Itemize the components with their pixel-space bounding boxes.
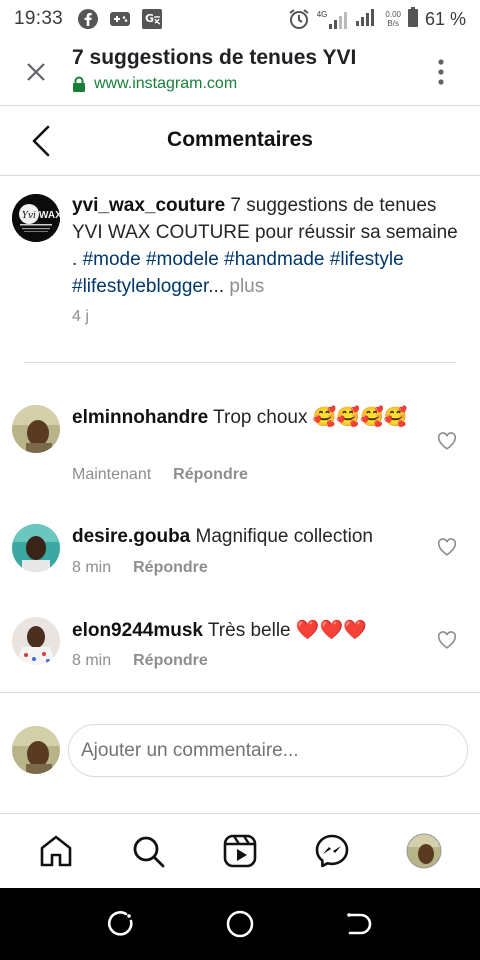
browser-toolbar: 7 suggestions de tenues YVI www.instagra…	[0, 38, 480, 106]
browser-url[interactable]: www.instagram.com	[72, 75, 237, 93]
add-comment-input[interactable]	[68, 724, 468, 777]
tab-messenger[interactable]	[313, 832, 351, 870]
heart-outline-icon	[437, 538, 457, 556]
comment-username[interactable]: elminnohandre	[72, 407, 208, 428]
url-text: www.instagram.com	[94, 75, 238, 92]
battery-icon	[407, 6, 418, 32]
hashtag-link[interactable]: #lifestyleblogger	[72, 276, 208, 297]
user-photo-avatar	[12, 524, 60, 572]
notification-icons: G	[77, 8, 163, 30]
page-title: Commentaires	[167, 128, 313, 151]
hashtag-link[interactable]: #handmade	[224, 249, 324, 270]
game-controller-icon	[109, 8, 131, 30]
reply-button[interactable]: Répondre	[133, 559, 208, 577]
search-icon	[133, 836, 165, 868]
comments-divider	[0, 692, 480, 693]
hashtag-link[interactable]: #modele	[146, 249, 219, 270]
more-link[interactable]: plus	[224, 276, 264, 297]
more-vertical-icon	[438, 59, 444, 85]
svg-text:WAX: WAX	[39, 210, 60, 221]
svg-text:Yvi: Yvi	[22, 211, 36, 221]
close-tab-button[interactable]	[24, 60, 48, 84]
avatar[interactable]	[12, 726, 60, 774]
close-icon	[27, 63, 45, 81]
post-caption: Yvi WAX yvi_wax_couture 7 suggestions de…	[0, 176, 480, 363]
svg-text:G: G	[145, 12, 154, 25]
comment-timestamp: Maintenant	[72, 466, 152, 483]
messenger-icon	[315, 834, 349, 868]
like-button[interactable]	[437, 432, 459, 452]
back-nav-button[interactable]	[344, 908, 376, 940]
like-button[interactable]	[437, 538, 459, 558]
translate-icon: G	[141, 8, 163, 30]
tab-search[interactable]	[129, 832, 167, 870]
caption-divider	[24, 362, 456, 363]
home-button[interactable]	[224, 908, 256, 940]
bottom-tab-bar	[0, 814, 480, 888]
emoji-text: 🥰🥰🥰🥰	[312, 406, 408, 428]
comments-header: Commentaires	[0, 106, 480, 176]
browser-menu-button[interactable]	[430, 58, 452, 86]
alarm-icon	[288, 8, 310, 30]
signal-4g-icon: 4G	[317, 10, 350, 29]
caption-username[interactable]: yvi_wax_couture	[72, 195, 225, 216]
comment-username[interactable]: desire.gouba	[72, 526, 190, 547]
recents-icon	[108, 911, 133, 936]
caption-ellipsis: ...	[208, 276, 225, 297]
user-photo-avatar	[12, 617, 60, 665]
status-time: 19:33	[14, 8, 64, 29]
caption-text: yvi_wax_couture 7 suggestions de tenues …	[72, 192, 468, 300]
avatar[interactable]	[12, 617, 60, 665]
avatar[interactable]	[12, 405, 60, 453]
status-right: 4G 0.00 B/s 61 %	[288, 6, 466, 32]
tab-home[interactable]	[37, 832, 75, 870]
user-photo-avatar	[12, 405, 60, 453]
comment-meta: Maintenant Répondre	[72, 466, 248, 484]
tab-reels[interactable]	[221, 832, 259, 870]
like-button[interactable]	[437, 631, 459, 651]
avatar[interactable]: Yvi WAX	[12, 194, 60, 242]
facebook-icon	[77, 8, 99, 30]
comment-text: elon9244musk Très belle ❤️❤️❤️	[72, 619, 367, 641]
comment-timestamp: 8 min	[72, 652, 112, 669]
current-user-avatar	[12, 726, 60, 774]
recent-apps-button[interactable]	[104, 908, 136, 940]
caption-timestamp: 4 j	[72, 308, 89, 325]
hashtag-link[interactable]: #mode	[83, 249, 141, 270]
hashtag-link[interactable]: #lifestyle	[330, 249, 404, 270]
emoji-text: ❤️❤️❤️	[295, 619, 367, 641]
avatar[interactable]	[12, 524, 60, 572]
back-arrow-icon	[347, 913, 372, 935]
brand-logo-avatar: Yvi WAX	[12, 194, 60, 242]
heart-outline-icon	[437, 631, 457, 649]
reply-button[interactable]: Répondre	[173, 466, 248, 484]
battery-percent: 61 %	[424, 8, 466, 29]
browser-page-title: 7 suggestions de tenues YVI	[72, 46, 357, 69]
network-speed: 0.00 B/s	[385, 10, 401, 28]
signal-bars-icon	[356, 8, 378, 31]
comment-meta: 8 min Répondre	[72, 559, 208, 577]
comment-text: elminnohandre Trop choux 🥰🥰🥰🥰	[72, 406, 408, 428]
system-navigation-bar	[0, 888, 480, 960]
heart-outline-icon	[437, 432, 457, 450]
tab-profile[interactable]	[405, 832, 443, 870]
status-bar: 19:33 G 4G 0.00 B/s 61 %	[0, 0, 480, 38]
reply-button[interactable]: Répondre	[133, 652, 208, 670]
home-icon	[40, 835, 72, 867]
profile-avatar-icon	[406, 833, 442, 869]
reels-icon	[223, 834, 257, 868]
circle-home-icon	[226, 910, 254, 938]
comment-username[interactable]: elon9244musk	[72, 620, 203, 641]
comment-timestamp: 8 min	[72, 559, 112, 576]
lock-icon	[73, 76, 85, 92]
comment-meta: 8 min Répondre	[72, 652, 208, 670]
comment-text: desire.gouba Magnifique collection	[72, 526, 373, 547]
